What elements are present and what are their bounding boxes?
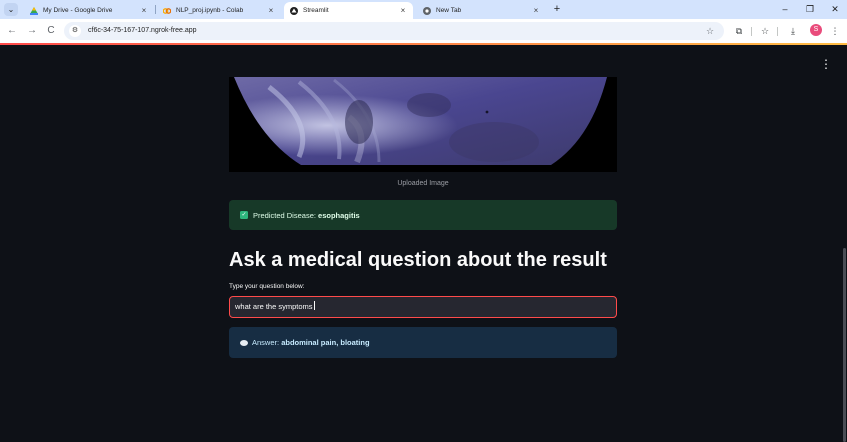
minimize-button[interactable]: – bbox=[778, 1, 792, 17]
text-caret bbox=[313, 301, 315, 310]
toolbar-divider bbox=[751, 27, 752, 36]
streamlit-app: ⋮ Uploaded Image ✓ Predicted Disease: es… bbox=[0, 43, 847, 442]
colab-icon bbox=[162, 7, 172, 15]
question-input-value[interactable]: what are the symptoms bbox=[235, 302, 313, 311]
chrome-icon bbox=[423, 6, 431, 15]
profile-avatar[interactable]: S bbox=[810, 24, 822, 36]
browser-menu-icon[interactable]: ⋮ bbox=[830, 24, 840, 38]
close-icon[interactable]: × bbox=[140, 6, 148, 15]
close-icon[interactable]: × bbox=[267, 6, 275, 15]
tab-colab[interactable]: NLP_proj.ipynb - Colab × bbox=[157, 2, 281, 19]
bookmark-star-icon[interactable]: ☆ bbox=[704, 24, 716, 38]
toolbar-divider bbox=[777, 27, 778, 36]
tab-streamlit[interactable]: Streamlit × bbox=[284, 2, 413, 19]
tab-search-button[interactable]: ⌄ bbox=[4, 3, 18, 16]
url-text[interactable]: cf6c-34-75-167-107.ngrok-free.app bbox=[88, 22, 197, 40]
forward-button[interactable]: → bbox=[26, 24, 38, 38]
tab-title: NLP_proj.ipynb - Colab bbox=[176, 7, 244, 14]
close-window-button[interactable]: ✕ bbox=[828, 1, 842, 17]
google-drive-icon bbox=[30, 6, 38, 15]
tab-google-drive[interactable]: My Drive - Google Drive × bbox=[24, 2, 154, 19]
browser-toolbar: ← → C ⚙ cf6c-34-75-167-107.ngrok-free.ap… bbox=[0, 19, 847, 43]
tab-title: Streamlit bbox=[303, 7, 329, 14]
prediction-label: Predicted Disease: bbox=[253, 210, 316, 220]
scrollbar[interactable] bbox=[843, 248, 846, 442]
tab-title: My Drive - Google Drive bbox=[43, 7, 113, 14]
question-input[interactable]: what are the symptoms bbox=[229, 296, 617, 318]
close-icon[interactable]: × bbox=[532, 6, 540, 15]
image-caption: Uploaded Image bbox=[397, 180, 449, 187]
prediction-alert: ✓ Predicted Disease: esophagitis bbox=[229, 200, 617, 230]
new-tab-button[interactable]: + bbox=[550, 2, 564, 16]
answer-value: abdominal pain, bloating bbox=[281, 338, 370, 347]
app-menu-icon[interactable]: ⋮ bbox=[820, 57, 832, 71]
tab-new-tab[interactable]: New Tab × bbox=[417, 2, 546, 19]
download-icon[interactable]: ⤓ bbox=[787, 24, 799, 38]
site-info-icon[interactable]: ⚙ bbox=[69, 25, 81, 37]
browser-tab-bar: ⌄ My Drive - Google Drive × NLP_proj.ipy… bbox=[0, 0, 847, 19]
close-icon[interactable]: × bbox=[399, 6, 407, 15]
uploaded-image bbox=[229, 77, 617, 172]
answer-alert: Answer: abdominal pain, bloating bbox=[229, 327, 617, 358]
answer-label: Answer: bbox=[252, 338, 280, 347]
speech-bubble-icon bbox=[240, 339, 248, 346]
app-decoration-bar bbox=[0, 43, 847, 45]
prediction-value: esophagitis bbox=[318, 210, 360, 220]
bookmarks-icon[interactable]: ☆ bbox=[759, 24, 771, 38]
back-button[interactable]: ← bbox=[6, 24, 18, 38]
extensions-icon[interactable]: ⧉ bbox=[733, 24, 745, 38]
check-icon: ✓ bbox=[240, 211, 248, 219]
streamlit-icon bbox=[290, 6, 298, 15]
tab-title: New Tab bbox=[436, 7, 462, 14]
restore-button[interactable]: ❐ bbox=[803, 1, 817, 17]
section-heading: Ask a medical question about the result bbox=[229, 249, 607, 271]
reload-button[interactable]: C bbox=[45, 24, 57, 38]
question-label: Type your question below: bbox=[229, 283, 305, 290]
address-bar[interactable]: ⚙ cf6c-34-75-167-107.ngrok-free.app bbox=[64, 22, 724, 40]
tab-divider bbox=[155, 5, 156, 14]
